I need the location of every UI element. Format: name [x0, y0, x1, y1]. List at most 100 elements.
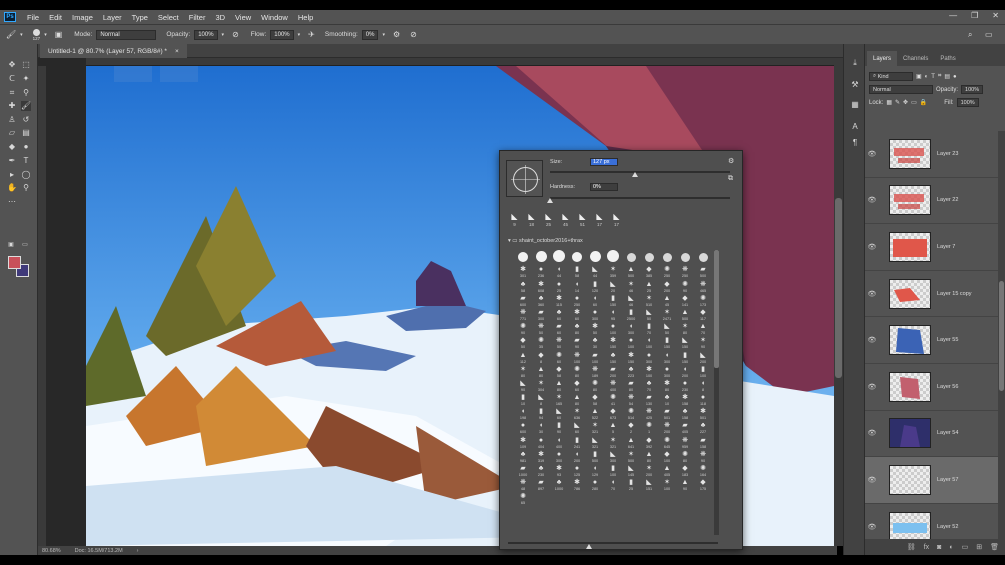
brush-preset[interactable]: ✶ 46	[622, 278, 640, 293]
brush-preset[interactable]: ✱ 100	[640, 364, 658, 378]
chevron-down-icon[interactable]: ▾	[44, 32, 47, 38]
brush-preset[interactable]: ▲ 80	[568, 392, 586, 406]
lock-pixels-icon[interactable]: ▦	[886, 99, 892, 106]
layers-scrollbar[interactable]	[998, 131, 1005, 539]
brush-preset[interactable]: ◖ 300	[622, 321, 640, 335]
pixel-filter-icon[interactable]: ▣	[916, 73, 922, 80]
lock-brush-icon[interactable]: ✎	[895, 99, 900, 106]
brush-preset[interactable]: ● 118	[694, 392, 712, 406]
brush-preset[interactable]: ▰ 405	[676, 420, 694, 434]
brush-settings-icon[interactable]: ⚒	[850, 80, 860, 90]
brush-preset[interactable]: ❋ 465	[694, 278, 712, 293]
brush-preset[interactable]: ● 100	[622, 335, 640, 349]
brush-preset[interactable]: ✱ 319	[532, 449, 550, 463]
brush-preset[interactable]: ▮ 10	[514, 392, 532, 406]
brush-preset[interactable]: ● 230	[676, 378, 694, 392]
brush-preset[interactable]: ◣ 60	[568, 420, 586, 434]
lasso-tool-icon[interactable]: ᑕ	[7, 74, 17, 84]
mode-select[interactable]: Normal	[96, 29, 157, 40]
brush-preset[interactable]: ◖ 95	[604, 307, 622, 321]
minimize-icon[interactable]: —	[949, 11, 957, 20]
brush-preset[interactable]: ✶ 510	[640, 293, 658, 307]
brush-preset[interactable]: ✺ 41	[604, 392, 622, 406]
brush-preset[interactable]: ◣ 44	[586, 264, 604, 278]
brush-preset[interactable]: ✺ 90	[514, 321, 532, 335]
layer-name[interactable]: Layer 52	[937, 524, 958, 530]
scroll-thumb[interactable]	[835, 198, 842, 378]
brush-preset[interactable]: ✱ 150	[622, 349, 640, 364]
brush-preset[interactable]: ◣ 90	[514, 378, 532, 392]
brush-preset[interactable]: ◖ 200	[676, 364, 694, 378]
brush-preset[interactable]: ✺ 645	[658, 434, 676, 449]
smart-filter-icon[interactable]: ▤	[944, 73, 950, 80]
layer-thumbnail[interactable]	[889, 511, 931, 539]
brush-preset[interactable]: ♣ 80	[568, 321, 586, 335]
brush-preset[interactable]: ✶ 321	[586, 420, 604, 434]
gear-icon[interactable]: ⚙	[728, 157, 734, 165]
brush-preset[interactable]: ❋ 48	[514, 477, 532, 491]
menu-filter[interactable]: Filter	[184, 13, 211, 22]
visibility-eye-icon[interactable]: 👁	[865, 523, 879, 531]
blur-tool-icon[interactable]: ◆	[7, 142, 17, 152]
layer-thumbnail[interactable]	[889, 464, 931, 495]
brush-preset[interactable]: ❋ 250	[676, 264, 694, 278]
workspace-icon[interactable]: ▭	[985, 30, 993, 39]
brush-preset[interactable]: ❋ 959	[676, 434, 694, 449]
recent-brush[interactable]: ◣ 9	[508, 211, 521, 231]
brush-tool-icon[interactable]: 🖌	[6, 30, 16, 39]
brush-preset[interactable]: ◆ 50	[514, 335, 532, 349]
type-tool-icon[interactable]: T	[21, 156, 31, 166]
brush-preset[interactable]: ✱ 60	[568, 307, 586, 321]
brush-preset[interactable]: ✱ 158	[676, 392, 694, 406]
brush-preset[interactable]: ✶ 304	[532, 378, 550, 392]
properties-icon[interactable]: ▦	[850, 100, 860, 110]
brush-preset[interactable]: ▮ 70	[640, 321, 658, 335]
brush-preset[interactable]: ❋ 771	[514, 307, 532, 321]
brush-preset[interactable]: ● 300	[658, 364, 676, 378]
brush-preset[interactable]: ▰ 600	[514, 293, 532, 307]
brush-preset[interactable]: ✺ 250	[658, 264, 676, 278]
brush-preset[interactable]	[514, 250, 532, 264]
brush-preset[interactable]: ◆ 385	[640, 264, 658, 278]
healing-tool-icon[interactable]: ✚	[7, 101, 17, 111]
brush-preset[interactable]: ✶ 90	[694, 335, 712, 349]
history-brush-icon[interactable]: ↺	[21, 115, 31, 125]
layer-name[interactable]: Layer 7	[937, 244, 955, 250]
canvas-vertical-scrollbar[interactable]	[834, 58, 843, 546]
brush-preset[interactable]: ▮ 100	[604, 463, 622, 477]
brush-preset[interactable]: ♣ 58	[514, 278, 532, 293]
menu-file[interactable]: File	[22, 13, 44, 22]
layer-row[interactable]: 👁⛓Layer 56	[865, 364, 998, 411]
layer-name[interactable]: Layer 22	[937, 197, 958, 203]
restore-icon[interactable]: ❐	[971, 11, 978, 20]
brush-preset[interactable]: ❋ 54	[622, 392, 640, 406]
brush-preset[interactable]: ● 300	[640, 349, 658, 364]
brush-preset[interactable]: ✱ 608	[532, 278, 550, 293]
quick-mask-icon[interactable]: ▣	[6, 240, 16, 250]
brush-preset[interactable]: ✺ 35	[532, 335, 550, 349]
brush-preset[interactable]: ◣ 20	[604, 278, 622, 293]
brush-preset[interactable]: ❋ 100	[568, 349, 586, 364]
layer-row[interactable]: 👁⛓Layer 57	[865, 457, 998, 504]
scroll-thumb[interactable]	[999, 281, 1004, 391]
recent-brush[interactable]: ◣ 17	[593, 211, 606, 231]
brush-preset[interactable]: ◣ 50	[640, 307, 658, 321]
brush-preset[interactable]: ✱ 50	[586, 321, 604, 335]
brush-preset[interactable]: ▲ 70	[694, 321, 712, 335]
brush-preset[interactable]: ◆ 60	[568, 378, 586, 392]
brush-preset[interactable]: ✶ 359	[604, 264, 622, 278]
brush-preset[interactable]: ▰ 897	[532, 477, 550, 491]
brush-preset[interactable]: ◣ 200	[694, 349, 712, 364]
trash-icon[interactable]: 🗑	[990, 543, 999, 551]
brush-preset[interactable]: ◣ 60	[550, 406, 568, 420]
pressure-size-icon[interactable]: ⊘	[410, 30, 417, 39]
layer-row[interactable]: 👁⛓Layer 15 copy	[865, 271, 998, 318]
menu-window[interactable]: Window	[256, 13, 293, 22]
recent-brush[interactable]: ◣ 17	[610, 211, 623, 231]
brush-preset[interactable]: ▰ 300	[532, 307, 550, 321]
brush-preset[interactable]: ▲ 500	[676, 307, 694, 321]
layer-thumbnail[interactable]	[889, 185, 931, 216]
brush-preset[interactable]: ◆ 8	[532, 349, 550, 364]
brush-preset[interactable]: ✺ 1	[640, 420, 658, 434]
brush-preset[interactable]: ✶ 80	[676, 321, 694, 335]
